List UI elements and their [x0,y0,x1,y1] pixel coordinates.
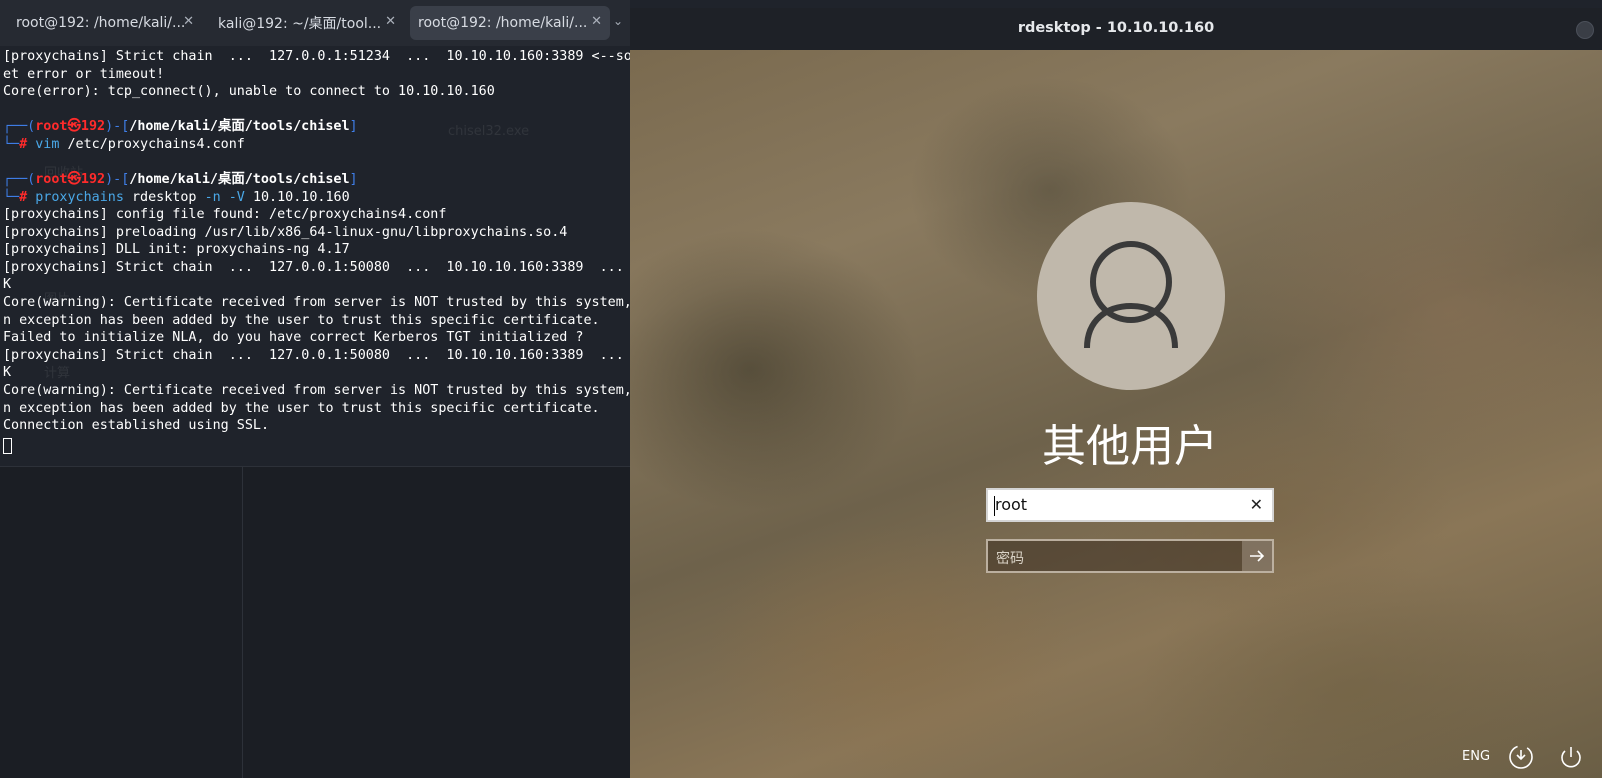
divider [0,466,630,467]
password-placeholder: 密码 [996,551,1024,567]
terminal-line: [proxychains] Strict chain ... 127.0.0.1… [3,49,630,64]
prompt-user: root [35,172,68,187]
terminal-line: Core(warning): Certificate received from… [3,295,630,310]
window-title: rdesktop - 10.10.10.160 [1017,20,1215,36]
terminal-line: [proxychains] config file found: /etc/pr… [3,207,447,222]
terminal-output[interactable]: chisel32.exe 回收站 图片 计算 [proxychains] Str… [0,46,630,466]
command-name: vim [35,137,60,152]
terminal-cursor [3,438,12,454]
terminal-line: K [3,277,12,292]
terminal-line: [proxychains] Strict chain ... 127.0.0.1… [3,260,630,275]
username-field[interactable]: root ✕ [986,488,1274,522]
terminal-line: et error or timeout! [3,67,165,82]
tab-title: root@192: /home/kali/... [418,15,588,31]
prompt-path: /home/kali/桌面/tools/chisel [129,172,350,187]
command-name: proxychains [35,190,124,205]
terminal-line: Core(warning): Certificate received from… [3,383,630,398]
remote-login-screen[interactable]: 其他用户 root ✕ 密码 ENG [630,50,1602,778]
terminal-line: Core(error): tcp_connect(), unable to co… [3,84,495,99]
prompt-user: root [35,119,68,134]
command-options: -n -V [204,190,245,205]
password-field[interactable]: 密码 [986,539,1274,573]
terminal-line: [proxychains] DLL init: proxychains-ng 4… [3,242,350,257]
terminal-line: Failed to initialize NLA, do you have co… [3,330,584,345]
arrow-right-icon [1250,550,1265,562]
terminal-line: K [3,365,12,380]
terminal-line: Connection established using SSL. [3,418,270,433]
text-caret [994,496,995,516]
window-control-button[interactable] [1576,21,1594,39]
command-target: 10.10.10.160 [252,190,350,205]
terminal-line: [proxychains] Strict chain ... 127.0.0.1… [3,348,630,363]
terminal-tab-3-active[interactable]: root@192: /home/kali/... ✕ [410,6,610,40]
shell-command-line: └─# vim /etc/proxychains4.conf [3,137,245,152]
username-value: root [995,495,1028,514]
ease-of-access-icon[interactable] [1506,742,1536,772]
shell-prompt-line: ┌──(root㉿192)-[/home/kali/桌面/tools/chise… [3,119,358,134]
submit-arrow-button[interactable] [1242,541,1272,571]
terminal-tab-1[interactable]: root@192: /home/kali/... ✕ [6,6,202,40]
divider [242,466,243,778]
tab-close-icon[interactable]: ✕ [183,14,194,29]
desktop-file-label: chisel32.exe [448,124,530,139]
command-program: rdesktop [132,190,197,205]
tab-close-icon[interactable]: ✕ [591,14,602,29]
terminal-line: [proxychains] preloading /usr/lib/x86_64… [3,225,568,240]
tab-title: kali@192: ~/桌面/tool... [218,16,382,32]
clear-close-icon[interactable]: ✕ [1250,495,1263,514]
tab-close-icon[interactable]: ✕ [385,14,396,29]
prompt-path: /home/kali/桌面/tools/chisel [129,119,350,134]
terminal-line: n exception has been added by the user t… [3,313,600,328]
terminal-tab-2[interactable]: kali@192: ~/桌面/tool... ✕ [208,6,404,40]
terminal-line: n exception has been added by the user t… [3,401,600,416]
background-panel [0,466,630,778]
rdesktop-window[interactable]: rdesktop - 10.10.10.160 其他用户 root ✕ 密码 E… [630,8,1602,778]
prompt-host: 192 [80,172,106,187]
user-avatar-icon [1037,202,1225,390]
shell-command-line: └─# proxychains rdesktop -n -V 10.10.10.… [3,190,350,205]
language-indicator[interactable]: ENG [1462,749,1490,764]
terminal-tab-bar: root@192: /home/kali/... ✕ kali@192: ~/桌… [0,0,630,46]
rdesktop-titlebar[interactable]: rdesktop - 10.10.10.160 [630,8,1602,50]
login-user-name: 其他用户 [1042,421,1218,472]
tab-title: root@192: /home/kali/... [16,15,186,31]
shell-prompt-line: ┌──(root㉿192)-[/home/kali/桌面/tools/chise… [3,172,358,187]
prompt-host: 192 [80,119,106,134]
power-icon[interactable] [1556,742,1586,772]
command-arg: /etc/proxychains4.conf [67,137,245,152]
tab-overflow-chevron-icon[interactable]: ⌄ [613,14,623,30]
